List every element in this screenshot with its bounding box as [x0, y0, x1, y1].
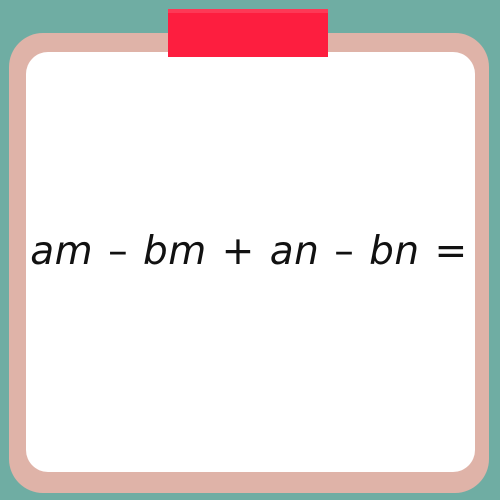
expression-term-2: bm: [142, 229, 207, 274]
expression-operator-3: –: [334, 229, 355, 274]
expression-term-4: bn: [369, 229, 420, 274]
expression-operator-2: +: [221, 229, 255, 274]
expression-operator-4: =: [434, 229, 468, 274]
expression-term-1: am: [30, 229, 94, 274]
math-expression: am – bm + an – bn =: [0, 222, 500, 282]
expression-operator-1: –: [108, 229, 129, 274]
tape-strip: [168, 9, 328, 57]
expression-term-3: an: [269, 229, 320, 274]
